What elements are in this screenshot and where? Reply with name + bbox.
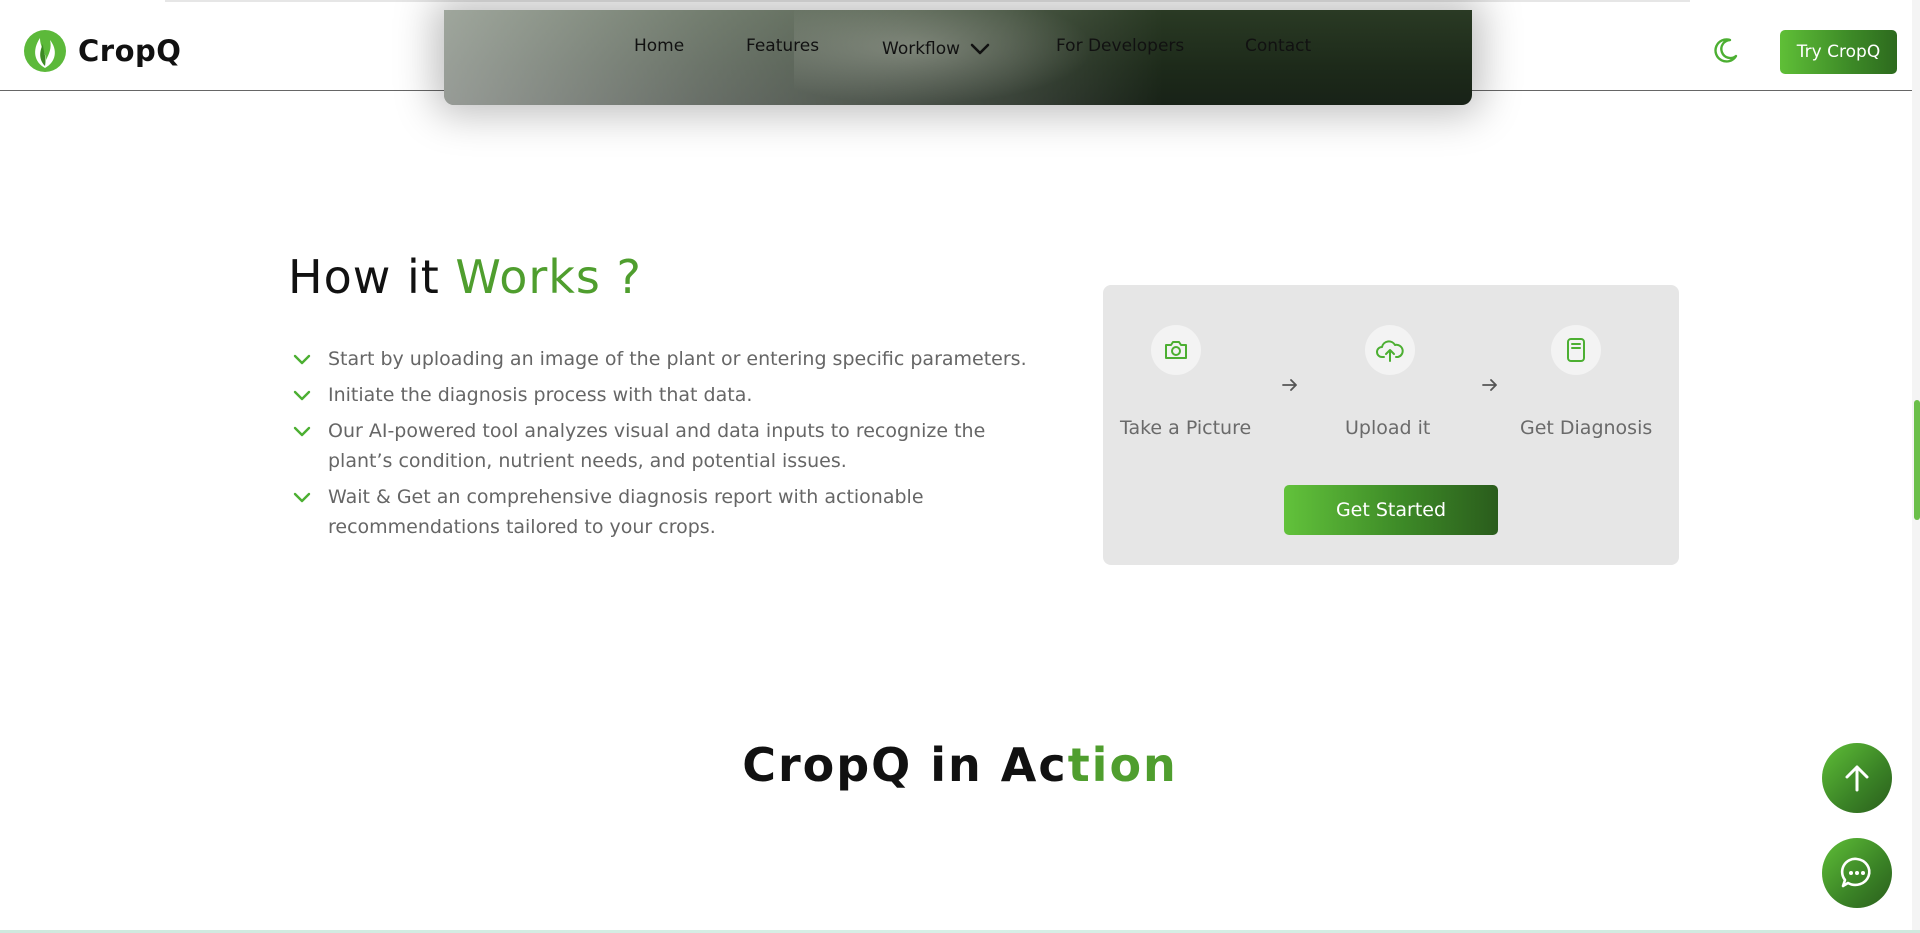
chevron-down-icon xyxy=(293,426,311,437)
how-it-works-steps: Start by uploading an image of the plant… xyxy=(292,344,1052,548)
workflow-card: Take a Picture Upload it Get Diagnosis G… xyxy=(1103,285,1679,565)
report-icon-wrap xyxy=(1551,325,1601,375)
step-text: Wait & Get an comprehensive diagnosis re… xyxy=(328,486,924,538)
cropq-in-action-title: CropQ in Action xyxy=(0,738,1920,792)
report-icon xyxy=(1567,338,1585,362)
nav-contact[interactable]: Contact xyxy=(1245,36,1311,56)
cloud-upload-icon xyxy=(1376,340,1404,362)
step-text: Start by uploading an image of the plant… xyxy=(328,348,1027,370)
nav-for-developers[interactable]: For Developers xyxy=(1056,36,1184,56)
list-item: Our AI-powered tool analyzes visual and … xyxy=(292,416,1052,476)
step-text: Our AI-powered tool analyzes visual and … xyxy=(328,420,986,472)
scrollbar-thumb[interactable] xyxy=(1914,400,1920,520)
step-text: Initiate the diagnosis process with that… xyxy=(328,384,753,406)
how-it-works-title: How it Works ? xyxy=(288,250,642,304)
chevron-down-icon xyxy=(970,43,990,55)
scroll-to-top-button[interactable] xyxy=(1822,743,1892,813)
nav-workflow[interactable]: Workflow xyxy=(882,39,990,59)
stage-label-take-picture: Take a Picture xyxy=(1120,417,1252,439)
title-plain: How it xyxy=(288,250,440,304)
chevron-down-icon xyxy=(293,354,311,365)
list-item: Start by uploading an image of the plant… xyxy=(292,344,1052,374)
title-accent: tion xyxy=(1067,738,1178,792)
chat-button[interactable] xyxy=(1822,838,1892,908)
camera-icon-wrap xyxy=(1151,325,1201,375)
title-accent: Works ? xyxy=(455,250,642,304)
title-plain: CropQ in Ac xyxy=(742,738,1068,792)
main-nav: Home Features Workflow For Developers Co… xyxy=(0,36,1920,66)
stage-label-diagnosis: Get Diagnosis xyxy=(1520,417,1653,439)
stage-label-upload: Upload it xyxy=(1345,417,1431,439)
try-cropq-button[interactable]: Try CropQ xyxy=(1780,30,1897,74)
list-item: Initiate the diagnosis process with that… xyxy=(292,380,1052,410)
arrow-right-icon xyxy=(1282,379,1297,391)
arrow-up-icon xyxy=(1845,765,1869,792)
moon-icon[interactable] xyxy=(1710,36,1740,66)
nav-workflow-label: Workflow xyxy=(882,39,961,59)
nav-home[interactable]: Home xyxy=(634,36,684,56)
top-divider xyxy=(165,0,1690,2)
chevron-down-icon xyxy=(293,390,311,401)
upload-icon-wrap xyxy=(1365,325,1415,375)
chevron-down-icon xyxy=(293,492,311,503)
chat-bubble-icon xyxy=(1840,857,1871,888)
camera-icon xyxy=(1165,341,1187,359)
nav-features[interactable]: Features xyxy=(746,36,819,56)
get-started-button[interactable]: Get Started xyxy=(1284,485,1498,535)
arrow-right-icon xyxy=(1482,379,1497,391)
list-item: Wait & Get an comprehensive diagnosis re… xyxy=(292,482,1052,542)
top-strip xyxy=(0,0,1920,10)
